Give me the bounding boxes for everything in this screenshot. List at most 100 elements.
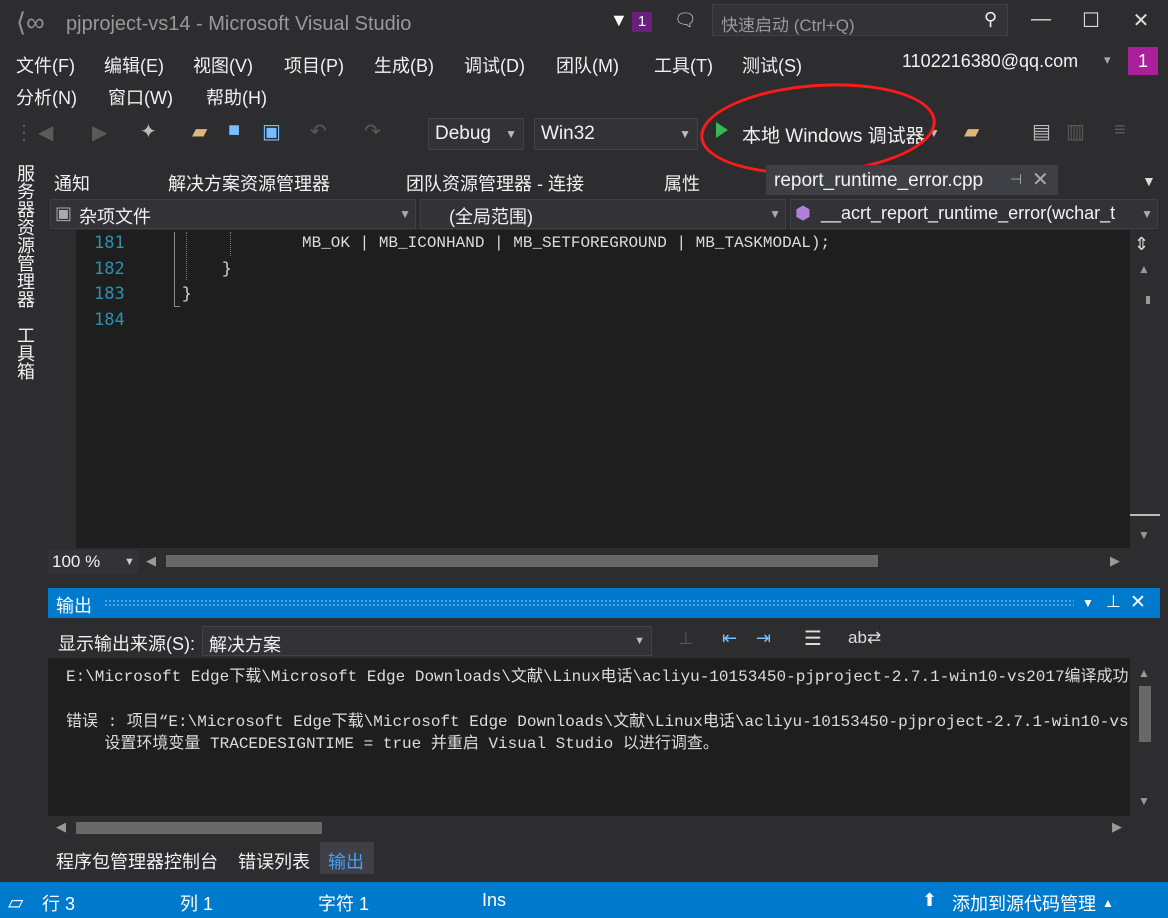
scope-dropdown[interactable]: (全局范围) ▼ <box>420 199 786 229</box>
tab-overflow-icon[interactable]: ▼ <box>1142 173 1156 189</box>
output-line: 设置环境变量 TRACEDESIGNTIME = true 并重启 Visual… <box>66 735 719 753</box>
output-source-value: 解决方案 <box>209 635 281 655</box>
close-button[interactable]: ✕ <box>1118 8 1164 36</box>
member-dropdown[interactable]: ⬢ __acrt_report_runtime_error(wchar_t ▼ <box>790 199 1158 229</box>
save-all-icon[interactable]: ▣ <box>262 119 281 144</box>
maximize-button[interactable]: ☐ <box>1068 8 1114 36</box>
scroll-down-icon[interactable]: ▼ <box>1138 528 1150 542</box>
function-icon: ⬢ <box>795 203 811 223</box>
scroll-down-icon[interactable]: ▼ <box>1138 794 1150 808</box>
scroll-marker <box>1146 296 1150 304</box>
output-source-label: 显示输出来源(S): <box>58 634 195 654</box>
menu-project[interactable]: 项目(P) <box>284 52 344 78</box>
minimize-button[interactable]: — <box>1018 8 1064 36</box>
chevron-down-icon: ▼ <box>505 127 517 141</box>
menu-window[interactable]: 窗口(W) <box>108 84 173 110</box>
scroll-thumb[interactable] <box>1139 686 1151 742</box>
tab-error-list[interactable]: 错误列表 <box>238 848 310 874</box>
scroll-left-icon[interactable]: ◀ <box>146 553 156 569</box>
navigate-forward-icon[interactable]: ▶ <box>92 120 107 145</box>
status-insert-mode: Ins <box>482 890 507 910</box>
clear-all-icon[interactable]: ☰ <box>804 626 822 651</box>
window-position-icon[interactable]: ▼ <box>1082 596 1094 610</box>
scroll-up-icon[interactable]: ▲ <box>1138 262 1150 276</box>
scroll-right-icon[interactable]: ▶ <box>1110 553 1120 569</box>
quick-launch-input[interactable]: 快速启动 (Ctrl+Q) ⚲ <box>712 4 1008 36</box>
editor-vertical-scrollbar[interactable]: ⇕ ▲ ▼ <box>1130 230 1160 548</box>
chevron-down-icon: ▼ <box>679 127 691 141</box>
chevron-up-icon[interactable]: ▲ <box>1102 896 1114 910</box>
scroll-up-icon[interactable]: ▲ <box>1138 666 1150 680</box>
word-wrap-icon[interactable]: ab⇄ <box>848 628 881 648</box>
menu-test[interactable]: 测试(S) <box>742 52 802 78</box>
scroll-right-icon[interactable]: ▶ <box>1112 819 1122 835</box>
split-editor-icon[interactable]: ⇕ <box>1134 234 1149 255</box>
account-name[interactable]: 1102216380@qq.com <box>902 51 1078 72</box>
tab-notifications[interactable]: 通知 <box>54 170 90 196</box>
previous-message-icon[interactable]: ⇤ <box>722 628 737 649</box>
menu-debug[interactable]: 调试(D) <box>464 52 525 78</box>
next-message-icon[interactable]: ⇥ <box>756 628 771 649</box>
panel-drag-grip[interactable] <box>104 599 1074 607</box>
toolbox-tab[interactable]: 工具箱 <box>12 326 38 380</box>
tab-solution-explorer[interactable]: 解决方案资源管理器 <box>168 170 330 196</box>
server-explorer-tab[interactable]: 服务器资源管理器 <box>12 164 38 308</box>
tab-report-runtime-error[interactable]: report_runtime_error.cpp ⊣ ✕ <box>766 165 1058 195</box>
toolbar-grip-icon: ⋮ <box>14 122 34 144</box>
output-line: E:\Microsoft Edge下载\Microsoft Edge Downl… <box>66 668 1128 686</box>
zoom-dropdown[interactable]: 100 % ▼ <box>48 550 138 574</box>
visual-studio-logo-icon: ⟨∞ <box>16 7 45 37</box>
horizontal-scroll-thumb[interactable] <box>76 822 322 834</box>
active-tab-label: report_runtime_error.cpp <box>774 170 984 191</box>
redo-icon[interactable]: ↷ <box>364 119 381 144</box>
status-window-icon[interactable]: ▱ <box>8 890 23 915</box>
account-dropdown-icon[interactable]: ▾ <box>1104 52 1111 68</box>
configuration-select[interactable]: Debug ▼ <box>428 118 524 150</box>
close-icon[interactable]: ✕ <box>1130 591 1146 614</box>
project-dropdown[interactable]: ▣ 杂项文件 ▼ <box>50 199 416 229</box>
find-message-icon[interactable]: ⊥ <box>678 628 694 649</box>
zoom-value: 100 % <box>52 552 101 571</box>
platform-select[interactable]: Win32 ▼ <box>534 118 698 150</box>
editor-margin <box>48 230 76 548</box>
output-vertical-scrollbar[interactable]: ▲ ▼ <box>1130 658 1160 816</box>
horizontal-scroll-thumb[interactable] <box>166 555 878 567</box>
pin-icon[interactable]: ⊥ <box>1106 592 1121 612</box>
menu-tools[interactable]: 工具(T) <box>654 52 713 78</box>
open-file-icon[interactable]: ▰ <box>192 119 207 144</box>
toolbar-comment-icon[interactable]: ▥ <box>1066 119 1085 144</box>
scroll-thumb[interactable] <box>1130 514 1160 516</box>
account-badge[interactable]: 1 <box>1128 47 1158 75</box>
notification-count-badge[interactable]: 1 <box>632 12 652 32</box>
tab-properties[interactable]: 属性 <box>664 170 700 196</box>
pin-icon[interactable]: ⊣ <box>1010 171 1022 188</box>
tab-team-explorer[interactable]: 团队资源管理器 - 连接 <box>406 170 584 196</box>
navigate-back-icon[interactable]: ◀ <box>38 120 53 145</box>
configuration-value: Debug <box>435 123 491 144</box>
indent-guide <box>186 232 187 280</box>
chevron-down-icon: ▼ <box>769 207 781 221</box>
close-icon[interactable]: ✕ <box>1032 167 1049 192</box>
add-to-source-control-button[interactable]: 添加到源代码管理 <box>952 890 1096 916</box>
undo-icon[interactable]: ↶ <box>310 119 327 144</box>
menu-edit[interactable]: 编辑(E) <box>104 52 164 78</box>
toolbar-indent-icon[interactable]: ≡ <box>1114 119 1126 142</box>
menu-help[interactable]: 帮助(H) <box>206 84 267 110</box>
menu-build[interactable]: 生成(B) <box>374 52 434 78</box>
menu-file[interactable]: 文件(F) <box>16 52 75 78</box>
tab-output-active[interactable]: 输出 <box>320 842 374 874</box>
menu-team[interactable]: 团队(M) <box>556 52 619 78</box>
save-icon[interactable]: ■ <box>228 119 240 142</box>
code-editor[interactable] <box>48 230 1130 548</box>
member-value: __acrt_report_runtime_error(wchar_t <box>821 203 1116 223</box>
new-project-icon[interactable]: ✦ <box>140 119 157 144</box>
toolbar-layout-icon[interactable]: ▤ <box>1032 119 1051 144</box>
output-source-select[interactable]: 解决方案 ▼ <box>202 626 652 656</box>
menu-analyze[interactable]: 分析(N) <box>16 84 77 110</box>
find-in-files-icon[interactable]: ▰ <box>964 119 979 144</box>
tab-package-manager-console[interactable]: 程序包管理器控制台 <box>56 848 218 874</box>
notifications-flag-icon[interactable]: ▼ <box>610 10 628 31</box>
scroll-left-icon[interactable]: ◀ <box>56 819 66 835</box>
feedback-icon[interactable]: 🗨 <box>674 10 697 31</box>
menu-view[interactable]: 视图(V) <box>193 52 253 78</box>
